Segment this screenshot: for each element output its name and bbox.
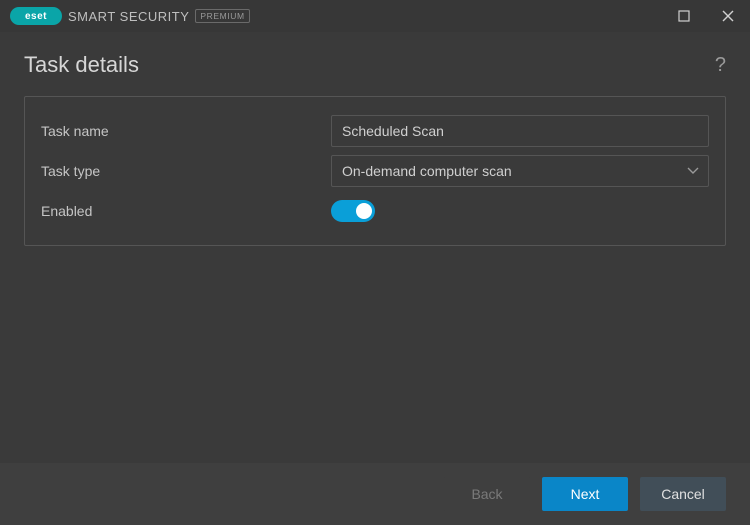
footer: Back Next Cancel [0,463,750,525]
window-controls [662,0,750,32]
task-name-input[interactable] [331,115,709,147]
enabled-field-wrap [331,200,709,222]
task-name-field-wrap [331,115,709,147]
back-button[interactable]: Back [444,477,530,511]
cancel-button[interactable]: Cancel [640,477,726,511]
enabled-label: Enabled [41,203,331,219]
maximize-icon [678,10,690,22]
task-name-label: Task name [41,123,331,139]
task-type-value: On-demand computer scan [331,155,709,187]
page-header: Task details ? [24,52,726,78]
task-type-select[interactable]: On-demand computer scan [331,155,709,187]
brand-name: SMART SECURITY [68,9,189,24]
titlebar: eset SMART SECURITY PREMIUM [0,0,750,32]
toggle-knob [356,203,372,219]
maximize-button[interactable] [662,0,706,32]
brand-logo: eset [10,7,62,25]
app-window: eset SMART SECURITY PREMIUM Task details… [0,0,750,525]
enabled-row: Enabled [41,191,709,231]
premium-badge: PREMIUM [195,9,249,23]
close-icon [722,10,734,22]
task-details-panel: Task name Task type On-demand computer s… [24,96,726,246]
task-type-field-wrap: On-demand computer scan [331,155,709,187]
help-button[interactable]: ? [715,54,726,77]
content-area: Task details ? Task name Task type On-de… [0,32,750,463]
help-icon: ? [715,54,726,76]
enabled-toggle[interactable] [331,200,375,222]
brand: eset SMART SECURITY PREMIUM [10,7,250,25]
page-title: Task details [24,52,139,78]
next-button[interactable]: Next [542,477,628,511]
task-type-row: Task type On-demand computer scan [41,151,709,191]
task-type-label: Task type [41,163,331,179]
close-button[interactable] [706,0,750,32]
task-name-row: Task name [41,111,709,151]
